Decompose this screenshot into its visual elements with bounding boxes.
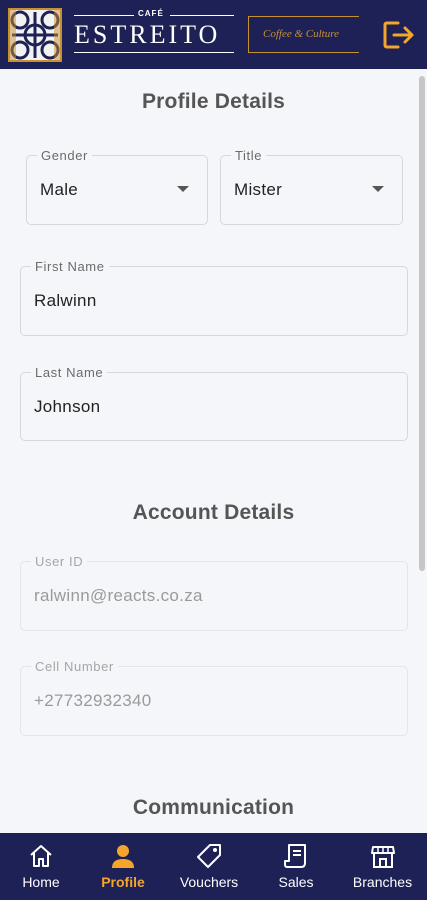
nav-vouchers[interactable]: Vouchers — [164, 833, 254, 900]
gender-label: Gender — [37, 148, 92, 163]
nav-profile[interactable]: Profile — [82, 833, 164, 900]
chevron-down-icon — [372, 186, 384, 192]
first-name-field[interactable]: First Name Ralwinn — [20, 259, 408, 336]
communication-section-title: Communication — [132, 796, 295, 819]
brand-underline — [74, 52, 234, 53]
profile-section-title: Profile Details — [141, 90, 286, 113]
nav-sales[interactable]: Sales — [254, 833, 338, 900]
last-name-value: Johnson — [34, 397, 101, 416]
brand-name: ESTREITO — [74, 20, 221, 49]
chevron-down-icon — [177, 186, 189, 192]
cell-number-field: Cell Number +27732932340 — [20, 659, 408, 736]
account-section-title: Account Details — [132, 501, 295, 524]
logout-icon[interactable] — [382, 20, 416, 50]
nav-sales-label: Sales — [278, 874, 314, 890]
brand-cafe-label: CAFÉ — [138, 9, 164, 18]
nav-home-label: Home — [22, 874, 60, 890]
last-name-label: Last Name — [31, 365, 108, 380]
scrollbar[interactable] — [419, 76, 425, 571]
title-label: Title — [231, 148, 267, 163]
bottom-nav: Home Profile Vouchers Sales Branches — [0, 833, 427, 900]
user-id-value: ralwinn@reacts.co.za — [34, 586, 203, 605]
nav-home[interactable]: Home — [0, 833, 82, 900]
app-header: CAFÉ ESTREITO Coffee & Culture — [0, 0, 427, 69]
person-icon — [110, 843, 136, 869]
nav-branches-label: Branches — [352, 874, 413, 890]
brand-rule-left — [74, 15, 134, 16]
user-id-field: User ID ralwinn@reacts.co.za — [20, 554, 408, 631]
tag-icon — [196, 843, 222, 869]
title-value: Mister — [234, 180, 283, 199]
brand-rule-right — [170, 15, 234, 16]
title-select[interactable]: Title Mister — [220, 148, 403, 225]
gender-select[interactable]: Gender Male — [26, 148, 208, 225]
receipt-icon — [283, 843, 309, 869]
first-name-value: Ralwinn — [34, 291, 97, 310]
home-icon — [28, 843, 54, 869]
cell-number-label: Cell Number — [31, 659, 118, 674]
nav-profile-label: Profile — [101, 874, 145, 890]
gender-value: Male — [40, 180, 79, 199]
store-icon — [370, 843, 396, 869]
nav-branches[interactable]: Branches — [338, 833, 427, 900]
cell-number-value: +27732932340 — [34, 691, 152, 710]
nav-vouchers-label: Vouchers — [179, 874, 239, 890]
user-id-label: User ID — [31, 554, 88, 569]
logo-emblem-icon — [8, 8, 62, 62]
brand-tagline: Coffee & Culture — [263, 28, 339, 40]
last-name-field[interactable]: Last Name Johnson — [20, 365, 408, 441]
first-name-label: First Name — [31, 259, 109, 274]
